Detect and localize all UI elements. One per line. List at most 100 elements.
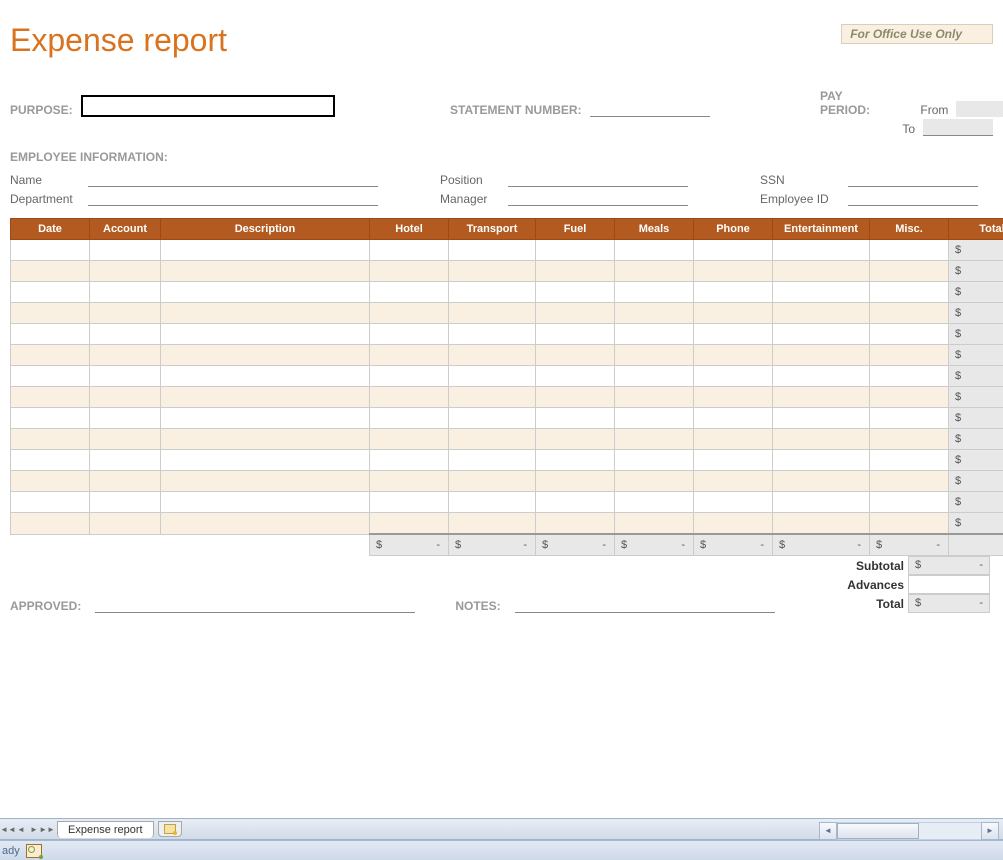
table-cell[interactable] bbox=[615, 303, 694, 324]
table-cell[interactable] bbox=[449, 513, 536, 535]
table-cell[interactable] bbox=[370, 471, 449, 492]
table-cell[interactable] bbox=[615, 387, 694, 408]
table-cell[interactable] bbox=[449, 282, 536, 303]
table-cell[interactable] bbox=[615, 261, 694, 282]
table-cell[interactable] bbox=[161, 408, 370, 429]
table-cell[interactable] bbox=[161, 345, 370, 366]
table-cell[interactable] bbox=[370, 240, 449, 261]
table-cell[interactable] bbox=[90, 240, 161, 261]
table-cell[interactable] bbox=[694, 513, 773, 535]
from-input[interactable] bbox=[956, 101, 1003, 117]
table-cell[interactable] bbox=[11, 345, 90, 366]
name-input[interactable] bbox=[88, 170, 378, 187]
table-cell[interactable] bbox=[161, 471, 370, 492]
horizontal-scrollbar[interactable]: ◄ ► bbox=[819, 822, 999, 839]
table-cell[interactable] bbox=[615, 324, 694, 345]
new-sheet-button[interactable] bbox=[158, 821, 182, 837]
table-cell[interactable] bbox=[370, 429, 449, 450]
table-cell[interactable] bbox=[615, 492, 694, 513]
table-cell[interactable] bbox=[694, 429, 773, 450]
table-cell[interactable] bbox=[870, 450, 949, 471]
table-cell[interactable] bbox=[90, 282, 161, 303]
scroll-right-icon[interactable]: ► bbox=[981, 822, 999, 840]
table-cell[interactable] bbox=[370, 282, 449, 303]
table-cell[interactable] bbox=[773, 408, 870, 429]
table-cell[interactable] bbox=[161, 387, 370, 408]
table-cell[interactable] bbox=[615, 240, 694, 261]
table-cell[interactable] bbox=[161, 492, 370, 513]
table-cell[interactable] bbox=[161, 303, 370, 324]
table-cell[interactable] bbox=[694, 261, 773, 282]
table-cell[interactable] bbox=[773, 450, 870, 471]
table-cell[interactable] bbox=[694, 366, 773, 387]
table-cell[interactable] bbox=[11, 387, 90, 408]
table-cell[interactable] bbox=[870, 408, 949, 429]
to-input[interactable] bbox=[923, 119, 993, 136]
table-cell[interactable] bbox=[694, 471, 773, 492]
scroll-left-icon[interactable]: ◄ bbox=[819, 822, 837, 840]
table-cell[interactable] bbox=[11, 408, 90, 429]
table-cell[interactable] bbox=[449, 345, 536, 366]
table-cell[interactable] bbox=[536, 492, 615, 513]
position-input[interactable] bbox=[508, 170, 688, 187]
table-cell[interactable] bbox=[536, 450, 615, 471]
table-cell[interactable] bbox=[449, 387, 536, 408]
table-cell[interactable] bbox=[370, 387, 449, 408]
table-cell[interactable] bbox=[161, 366, 370, 387]
table-cell[interactable] bbox=[370, 345, 449, 366]
table-cell[interactable] bbox=[161, 240, 370, 261]
table-cell[interactable] bbox=[449, 429, 536, 450]
table-cell[interactable] bbox=[90, 492, 161, 513]
table-cell[interactable] bbox=[370, 261, 449, 282]
table-cell[interactable] bbox=[694, 240, 773, 261]
table-cell[interactable] bbox=[449, 240, 536, 261]
tab-nav-first-icon[interactable]: ◄◄ bbox=[2, 822, 14, 836]
table-cell[interactable] bbox=[11, 366, 90, 387]
table-cell[interactable] bbox=[615, 513, 694, 535]
table-cell[interactable] bbox=[536, 471, 615, 492]
table-cell[interactable] bbox=[449, 324, 536, 345]
sheet-tab[interactable]: Expense report bbox=[57, 821, 154, 838]
table-cell[interactable] bbox=[370, 303, 449, 324]
table-cell[interactable] bbox=[536, 282, 615, 303]
table-cell[interactable] bbox=[90, 513, 161, 535]
department-input[interactable] bbox=[88, 189, 378, 206]
table-cell[interactable] bbox=[694, 450, 773, 471]
table-cell[interactable] bbox=[536, 345, 615, 366]
table-cell[interactable] bbox=[90, 303, 161, 324]
table-cell[interactable] bbox=[773, 387, 870, 408]
table-cell[interactable] bbox=[536, 408, 615, 429]
table-cell[interactable] bbox=[11, 282, 90, 303]
table-cell[interactable] bbox=[870, 240, 949, 261]
table-cell[interactable] bbox=[870, 324, 949, 345]
table-cell[interactable] bbox=[11, 240, 90, 261]
table-cell[interactable] bbox=[449, 303, 536, 324]
table-cell[interactable] bbox=[773, 471, 870, 492]
table-cell[interactable] bbox=[870, 282, 949, 303]
table-cell[interactable] bbox=[11, 429, 90, 450]
table-cell[interactable] bbox=[449, 471, 536, 492]
table-cell[interactable] bbox=[870, 387, 949, 408]
table-cell[interactable] bbox=[161, 324, 370, 345]
table-cell[interactable] bbox=[11, 261, 90, 282]
table-cell[interactable] bbox=[90, 366, 161, 387]
table-cell[interactable] bbox=[870, 366, 949, 387]
table-cell[interactable] bbox=[11, 303, 90, 324]
scroll-track[interactable] bbox=[837, 822, 981, 840]
table-cell[interactable] bbox=[694, 324, 773, 345]
table-cell[interactable] bbox=[161, 282, 370, 303]
table-cell[interactable] bbox=[370, 366, 449, 387]
table-cell[interactable] bbox=[11, 471, 90, 492]
table-cell[interactable] bbox=[615, 429, 694, 450]
table-cell[interactable] bbox=[161, 429, 370, 450]
table-cell[interactable] bbox=[870, 513, 949, 535]
table-cell[interactable] bbox=[536, 261, 615, 282]
table-cell[interactable] bbox=[773, 513, 870, 535]
table-cell[interactable] bbox=[90, 345, 161, 366]
table-cell[interactable] bbox=[449, 492, 536, 513]
table-cell[interactable] bbox=[90, 429, 161, 450]
table-cell[interactable] bbox=[370, 408, 449, 429]
table-cell[interactable] bbox=[694, 387, 773, 408]
table-cell[interactable] bbox=[773, 261, 870, 282]
table-cell[interactable] bbox=[694, 282, 773, 303]
